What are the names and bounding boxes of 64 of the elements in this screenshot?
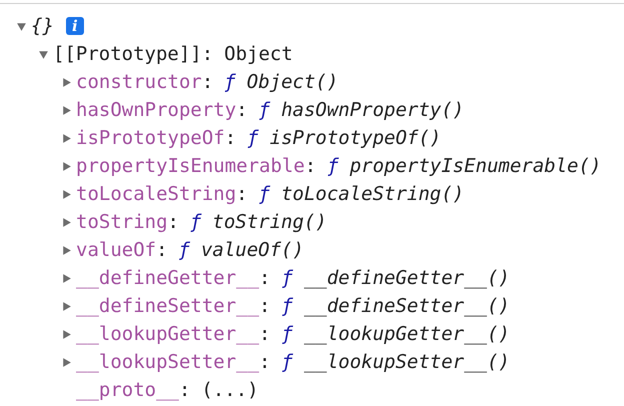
function-marker: ƒ (258, 183, 270, 205)
function-marker: ƒ (281, 267, 293, 289)
function-name: __lookupSetter__() (304, 351, 510, 373)
colon: : (202, 71, 214, 93)
property-key: toLocaleString (76, 183, 236, 205)
expand-triangle-icon[interactable] (61, 132, 72, 144)
expand-triangle-icon[interactable] (61, 328, 72, 340)
colon: : (156, 239, 168, 261)
property-key: propertyIsEnumerable (76, 155, 305, 177)
function-name: hasOwnProperty() (281, 99, 464, 121)
expand-triangle-icon[interactable] (61, 216, 72, 228)
expand-triangle-icon[interactable] (61, 300, 72, 312)
function-name: __defineSetter__() (304, 295, 510, 317)
function-marker: ƒ (327, 155, 339, 177)
function-marker: ƒ (281, 323, 293, 345)
colon: : (259, 267, 270, 289)
expand-triangle-icon[interactable] (61, 76, 72, 88)
function-name: toString() (212, 211, 327, 233)
function-marker: ƒ (224, 71, 236, 93)
colon: : (259, 351, 270, 373)
expand-triangle-icon[interactable] (61, 272, 72, 284)
property-key: __defineGetter__ (76, 267, 260, 289)
property-key: __lookupSetter__ (76, 351, 260, 373)
function-marker: ƒ (178, 239, 190, 261)
property-key: __lookupGetter__ (76, 323, 260, 345)
property-key: valueOf (76, 239, 156, 261)
function-name: toLocaleString() (281, 183, 464, 205)
colon: : (236, 99, 248, 121)
colon: : (259, 323, 270, 345)
colon: : (236, 183, 248, 205)
function-name: valueOf() (200, 239, 304, 261)
property-key: isPrototypeOf (76, 127, 225, 149)
expand-triangle-icon[interactable] (61, 188, 72, 200)
function-marker: ƒ (258, 99, 270, 121)
colon: : (178, 379, 190, 401)
object-label: {} (31, 15, 54, 37)
function-marker: ƒ (281, 295, 293, 317)
colon: : (259, 295, 270, 317)
property-key: [[Prototype]]: (53, 43, 214, 65)
property-value: Object (224, 43, 293, 65)
function-name: __lookupGetter__() (304, 323, 510, 345)
property-key: __proto__ (76, 379, 179, 401)
function-name: isPrototypeOf() (270, 127, 442, 149)
function-name: propertyIsEnumerable() (350, 155, 602, 177)
function-name: Object() (246, 71, 338, 93)
info-icon[interactable]: i (66, 17, 84, 35)
colon: : (224, 127, 236, 149)
expand-triangle-icon[interactable] (38, 48, 49, 60)
property-key: hasOwnProperty (76, 99, 236, 121)
function-marker: ƒ (281, 351, 293, 373)
property-value[interactable]: (...) (201, 379, 259, 401)
property-key: constructor (76, 71, 202, 93)
expand-triangle-icon[interactable] (61, 244, 72, 256)
expand-triangle-icon[interactable] (16, 20, 27, 32)
function-name: __defineGetter__() (304, 267, 510, 289)
function-marker: ƒ (190, 211, 202, 233)
property-key: __defineSetter__ (76, 295, 260, 317)
property-key: toString (76, 211, 168, 233)
expand-triangle-icon[interactable] (61, 104, 72, 116)
expand-triangle-icon[interactable] (61, 356, 72, 368)
colon: : (304, 155, 316, 177)
colon: : (168, 211, 179, 233)
expand-triangle-icon[interactable] (61, 160, 72, 172)
function-marker: ƒ (247, 127, 259, 149)
